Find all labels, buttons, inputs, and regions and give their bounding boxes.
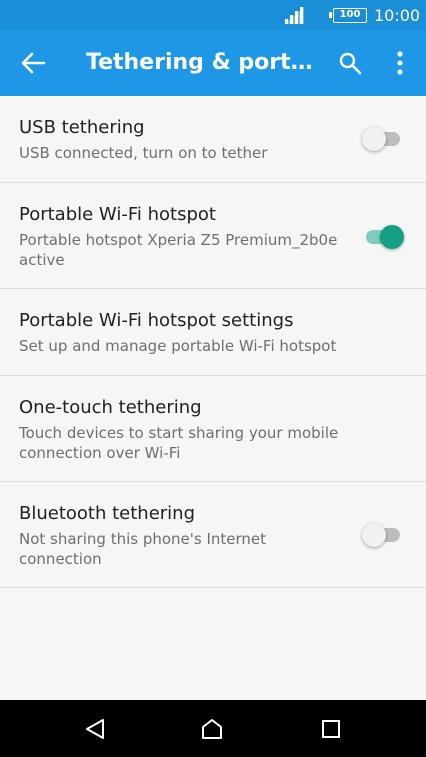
wifi-hotspot-item[interactable]: Portable Wi-Fi hotspot Portable hotspot … [0, 183, 426, 289]
nav-home-icon[interactable] [200, 717, 224, 741]
bluetooth-tethering-item[interactable]: Bluetooth tethering Not sharing this pho… [0, 482, 426, 588]
wifi-hotspot-settings-item[interactable]: Portable Wi-Fi hotspot settings Set up a… [0, 289, 426, 376]
more-vert-icon[interactable] [392, 50, 408, 76]
item-title: Bluetooth tethering [19, 503, 196, 524]
nav-recents-icon[interactable] [319, 717, 343, 741]
nav-back-icon[interactable] [83, 717, 107, 741]
status-bar: 100 10:00 [0, 0, 426, 30]
search-icon[interactable] [338, 51, 362, 75]
page-title: Tethering & portable hotspot [86, 50, 316, 75]
screen: 100 10:00 Tethering & portable hotspot U… [0, 0, 426, 757]
one-touch-tethering-item[interactable]: One-touch tethering Touch devices to sta… [0, 376, 426, 482]
item-summary: USB connected, turn on to tether [19, 144, 268, 162]
arrow-back-icon[interactable] [20, 51, 46, 75]
item-summary: Portable hotspot Xperia Z5 Premium_2b0e … [19, 231, 338, 269]
usb-tethering-item[interactable]: USB tethering USB connected, turn on to … [0, 96, 426, 183]
wifi-hotspot-toggle[interactable] [362, 225, 404, 249]
item-summary: Set up and manage portable Wi-Fi hotspot [19, 337, 337, 355]
item-title: USB tethering [19, 117, 145, 138]
signal-icon [284, 7, 304, 24]
item-title: One-touch tethering [19, 397, 202, 418]
navigation-bar [0, 700, 426, 757]
item-summary: Touch devices to start sharing your mobi… [19, 424, 339, 462]
usb-tethering-toggle[interactable] [362, 127, 404, 151]
settings-list: USB tethering USB connected, turn on to … [0, 96, 426, 588]
bluetooth-tethering-toggle[interactable] [362, 523, 404, 547]
app-bar: Tethering & portable hotspot [0, 30, 426, 96]
clock: 10:00 [374, 6, 421, 25]
item-summary: Not sharing this phone's Internet connec… [19, 530, 267, 568]
battery-icon: 100 [329, 8, 367, 23]
item-title: Portable Wi-Fi hotspot settings [19, 310, 294, 331]
item-title: Portable Wi-Fi hotspot [19, 204, 216, 225]
